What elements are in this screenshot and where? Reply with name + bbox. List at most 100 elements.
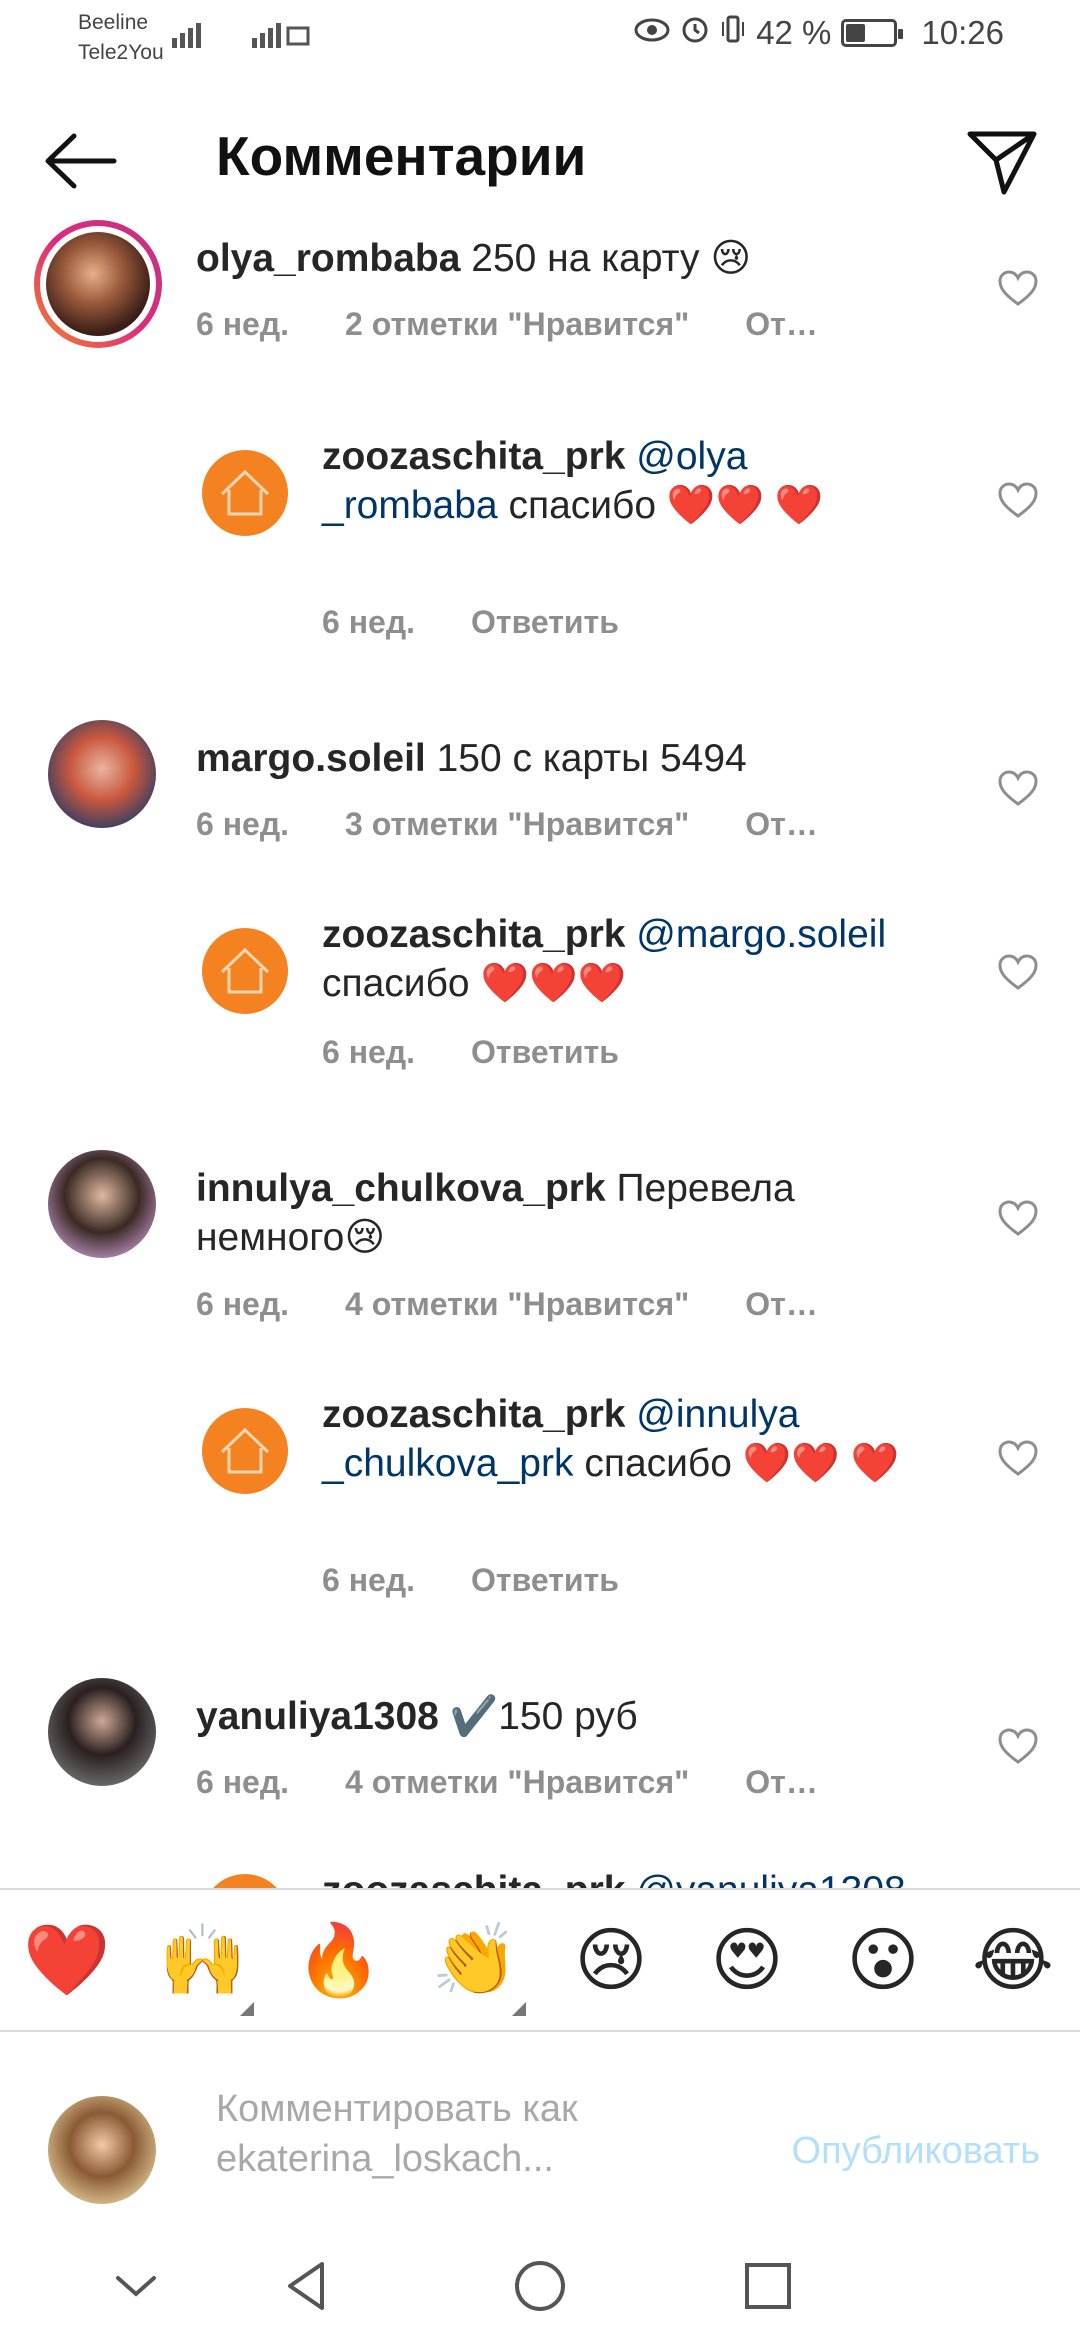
reply-link[interactable]: От… (745, 806, 818, 842)
app-header: Комментарии (0, 100, 1080, 220)
reply-link[interactable]: Ответить (471, 1034, 619, 1070)
heart-outline-icon (998, 1200, 1038, 1236)
comment-meta: 6 нед. 3 отметки "Нравится" От… (196, 806, 874, 843)
comment-text: margo.soleil 150 с карты 5494 (196, 737, 747, 780)
comments-list[interactable]: olya_rombaba 250 на карту 😢 6 нед. 2 отме… (0, 220, 1080, 1888)
back-button[interactable] (40, 126, 120, 196)
heart-outline-icon (998, 954, 1038, 990)
chevron-down-icon (116, 2276, 156, 2297)
nav-back-button[interactable] (276, 2254, 340, 2318)
reaction-clap[interactable]: 👏 (430, 1918, 520, 2002)
house-icon (220, 469, 270, 516)
comment-meta: 6 нед. Ответить (322, 604, 675, 641)
eye-icon (634, 14, 670, 52)
comment-meta: 6 нед. 4 отметки "Нравится" От… (196, 1764, 874, 1801)
reply-link[interactable]: Ответить (471, 1562, 619, 1598)
reply-link[interactable]: От… (745, 1286, 818, 1322)
circle-home-icon (515, 2261, 565, 2311)
avatar-story-ring[interactable] (34, 220, 162, 348)
likes-count[interactable]: 4 отметки "Нравится" (345, 1286, 689, 1322)
hide-keyboard-button[interactable] (104, 2254, 168, 2318)
avatar[interactable] (202, 1408, 288, 1494)
skin-tone-indicator (240, 2002, 254, 2016)
avatar[interactable] (202, 928, 288, 1014)
direct-message-button[interactable] (962, 120, 1042, 200)
likes-count[interactable]: 3 отметки "Нравится" (345, 806, 689, 842)
comment-username[interactable]: zoozaschita_prk (322, 435, 625, 478)
paper-plane-icon (967, 131, 1037, 195)
comment-meta: 6 нед. Ответить (322, 1562, 675, 1599)
comment-text: innulya_chulkova_prk Перевела немного😢 (196, 1167, 795, 1259)
comment-username[interactable]: margo.soleil (196, 737, 426, 780)
triangle-back-icon (288, 2262, 324, 2310)
heart-outline-icon (998, 1728, 1038, 1764)
likes-count[interactable]: 4 отметки "Нравится" (345, 1764, 689, 1800)
like-button[interactable] (996, 1726, 1040, 1766)
reaction-crying[interactable]: 😢 (566, 1918, 656, 2002)
heart-outline-icon (998, 482, 1038, 518)
status-bar: Beeline Tele2You 42 % 10:26 (0, 0, 1080, 72)
reaction-raised-hands[interactable]: 🙌 (158, 1918, 248, 2002)
reply-link[interactable]: Ответить (471, 604, 619, 640)
avatar[interactable] (48, 720, 156, 828)
like-button[interactable] (996, 1438, 1040, 1478)
heart-outline-icon (998, 770, 1038, 806)
status-right: 42 % 10:26 (634, 14, 1004, 52)
heart-outline-icon (998, 270, 1038, 306)
comment-text: zoozaschita_prk @yanuliya1308 (322, 1866, 922, 1888)
reaction-heart-eyes[interactable]: 😍 (702, 1918, 792, 2002)
mention-link[interactable]: @yanuliya1308 (625, 1869, 905, 1888)
comment-username[interactable]: olya_rombaba (196, 237, 460, 280)
house-icon (220, 1427, 270, 1474)
clock: 10:26 (921, 14, 1004, 51)
comment-text: zoozaschita_prk @olya _rombaba спасибо ❤… (322, 435, 824, 527)
publish-button[interactable]: Опубликовать (792, 2130, 1040, 2173)
carrier-1: Beeline (78, 11, 149, 34)
page-title: Комментарии (216, 125, 587, 187)
system-nav-bar (0, 2232, 1080, 2340)
like-button[interactable] (996, 480, 1040, 520)
avatar (46, 232, 150, 336)
reaction-surprised[interactable]: 😮 (838, 1918, 928, 2002)
avatar[interactable] (48, 1150, 156, 1258)
comment-composer: Комментировать как ekaterina_loskach... … (0, 2032, 1080, 2232)
comment-username[interactable]: yanuliya1308 (196, 1695, 439, 1738)
network-icons (172, 18, 312, 60)
comment-text: olya_rombaba 250 на карту 😢 (196, 237, 751, 280)
mention-link[interactable]: @margo.soleil (625, 913, 886, 956)
skin-tone-indicator (512, 2002, 526, 2016)
comment-time: 6 нед. (196, 306, 290, 342)
avatar[interactable] (48, 1678, 156, 1786)
like-button[interactable] (996, 952, 1040, 992)
square-recents-icon (745, 2263, 791, 2309)
carrier-2: Tele2You (78, 41, 164, 64)
nav-recents-button[interactable] (736, 2254, 800, 2318)
reaction-heart[interactable]: ❤️ (22, 1918, 112, 2002)
like-button[interactable] (996, 768, 1040, 808)
comment-username[interactable]: zoozaschita_prk (322, 913, 625, 956)
likes-count[interactable]: 2 отметки "Нравится" (345, 306, 689, 342)
reply-link[interactable]: От… (745, 306, 818, 342)
nav-home-button[interactable] (508, 2254, 572, 2318)
comment-input[interactable]: Комментировать как ekaterina_loskach... (216, 2084, 736, 2184)
house-icon (220, 947, 270, 994)
battery-percent: 42 % (756, 14, 832, 51)
reply-link[interactable]: От… (745, 1764, 818, 1800)
comment-username[interactable]: zoozaschita_prk (322, 1393, 625, 1436)
comment-meta: 6 нед. 2 отметки "Нравится" От… (196, 306, 874, 343)
emoji-reaction-bar: ❤️ 🙌 🔥 👏 😢 😍 😮 😂 (0, 1888, 1080, 2032)
comment-meta: 6 нед. 4 отметки "Нравится" От… (196, 1286, 874, 1323)
reaction-fire[interactable]: 🔥 (294, 1918, 384, 2002)
comment-text: zoozaschita_prk @innulya _chulkova_prk с… (322, 1393, 900, 1485)
reaction-laughing[interactable]: 😂 (968, 1918, 1058, 2002)
avatar[interactable] (202, 450, 288, 536)
like-button[interactable] (996, 268, 1040, 308)
comment-time: 6 нед. (322, 604, 416, 640)
like-button[interactable] (996, 1198, 1040, 1238)
avatar[interactable] (202, 1874, 288, 1888)
comment-username[interactable]: innulya_chulkova_prk (196, 1167, 606, 1210)
comment-username[interactable]: zoozaschita_prk (322, 1869, 625, 1888)
arrow-left-icon (45, 133, 117, 189)
comment-time: 6 нед. (196, 806, 290, 842)
comment-time: 6 нед. (196, 1764, 290, 1800)
